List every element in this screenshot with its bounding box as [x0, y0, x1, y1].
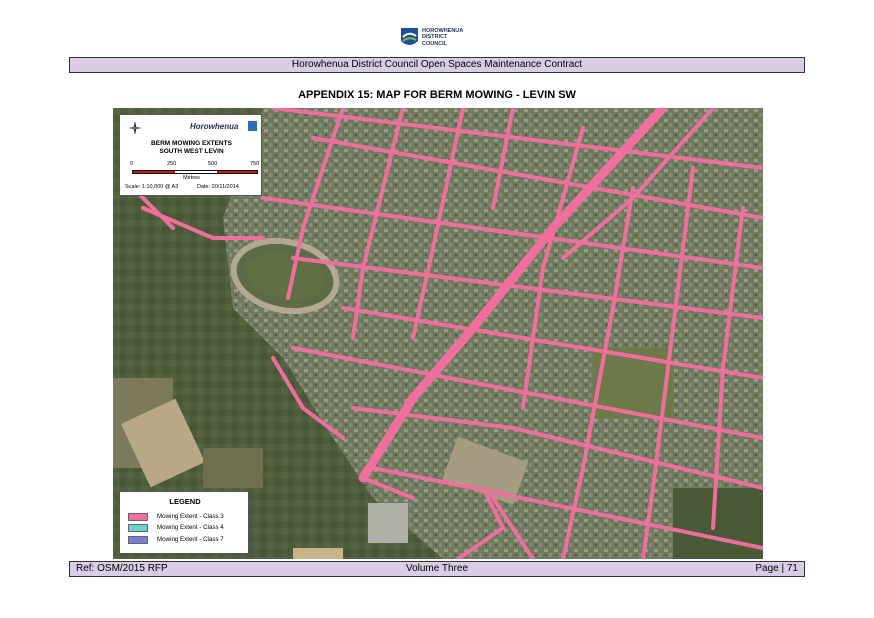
footer-reference: Ref: OSM/2015 RFP — [76, 563, 168, 574]
legend-item: Mowing Extent - Class 7 — [128, 536, 248, 544]
map-brand: Horowhenua — [190, 122, 239, 131]
footer-page-number: Page | 71 — [755, 563, 798, 574]
north-arrow-icon — [128, 121, 142, 135]
legend-item: Mowing Extent - Class 3 — [128, 513, 248, 521]
map-title: BERM MOWING EXTENTS SOUTH WEST LEVIN — [120, 140, 263, 156]
map-legend: LEGEND Mowing Extent - Class 3 Mowing Ex… — [119, 491, 249, 554]
council-logo-icon — [401, 28, 418, 45]
legend-swatch — [128, 524, 148, 532]
legend-swatch — [128, 536, 148, 544]
scale-bar — [132, 170, 258, 174]
scale-tick: 750 — [250, 161, 260, 167]
scale-tick: 0 — [130, 161, 134, 167]
map-info-panel: Horowhenua BERM MOWING EXTENTS SOUTH WES… — [119, 114, 262, 196]
map-date: Date: 20/11/2014 — [197, 184, 239, 190]
footer-bar: Volume Three Ref: OSM/2015 RFP Page | 71 — [69, 561, 805, 577]
council-logo: HOROWHENUA DISTRICT COUNCIL — [400, 27, 480, 51]
scale-segment — [133, 171, 175, 173]
legend-item: Mowing Extent - Class 4 — [128, 524, 248, 532]
scale-tick: 500 — [208, 161, 218, 167]
header-bar: Horowhenua District Council Open Spaces … — [69, 57, 805, 73]
page-title: APPENDIX 15: MAP FOR BERM MOWING - LEVIN… — [298, 89, 576, 101]
legend-swatch — [128, 513, 148, 521]
map-scale: Scale: 1:10,000 @ A3 — [125, 184, 179, 190]
map-title-line: BERM MOWING EXTENTS — [151, 140, 232, 147]
legend-label: Mowing Extent - Class 3 — [157, 513, 224, 520]
scale-unit: Metres — [183, 175, 200, 181]
legend-label: Mowing Extent - Class 7 — [157, 536, 224, 543]
scale-segment — [217, 171, 257, 173]
legend-label: Mowing Extent - Class 4 — [157, 524, 224, 531]
footer-volume: Volume Three — [405, 563, 469, 574]
logo-line: COUNCIL — [422, 40, 448, 47]
scale-segment — [175, 171, 217, 173]
legend-title: LEGEND — [169, 497, 201, 506]
map-brand-icon — [248, 121, 257, 131]
map-title-line: SOUTH WEST LEVIN — [159, 148, 224, 155]
scale-tick-labels: 0 250 500 750 — [130, 161, 260, 169]
scale-tick: 250 — [167, 161, 177, 167]
council-logo-text: HOROWHENUA DISTRICT COUNCIL — [422, 28, 463, 47]
